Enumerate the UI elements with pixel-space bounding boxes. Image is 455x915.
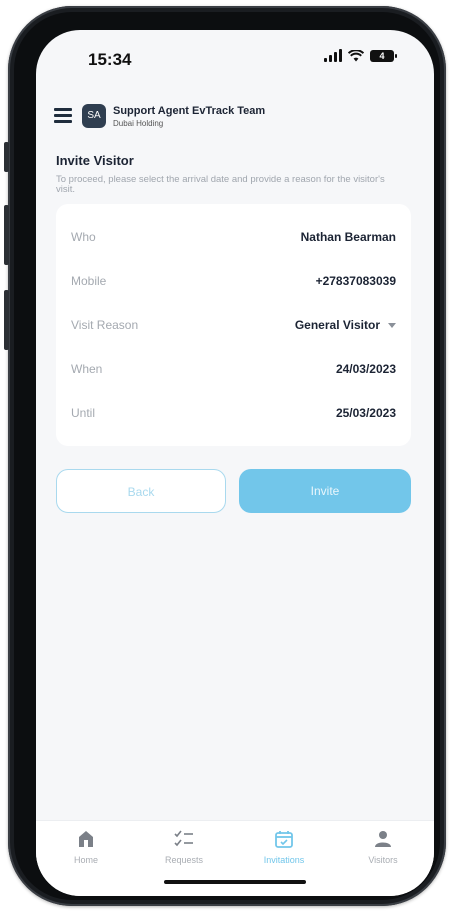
- side-button-volume-up: [4, 205, 9, 265]
- until-label: Until: [71, 406, 96, 420]
- when-date-value[interactable]: 24/03/2023: [336, 362, 396, 376]
- visit-reason-value: General Visitor: [294, 318, 380, 332]
- side-button-volume-down: [4, 290, 9, 350]
- person-icon: [375, 831, 391, 847]
- org-name: Support Agent EvTrack Team: [113, 105, 266, 117]
- nav-label-requests: Requests: [164, 855, 204, 865]
- nav-item-requests[interactable]: Requests: [144, 829, 224, 865]
- nav-label-home: Home: [73, 855, 98, 865]
- who-value: Nathan Bearman: [300, 230, 396, 244]
- avatar[interactable]: SA: [82, 104, 106, 128]
- back-button[interactable]: Back: [56, 469, 226, 513]
- page-description: To proceed, please select the arrival da…: [56, 174, 385, 195]
- nav-item-invitations[interactable]: Invitations: [244, 829, 324, 865]
- visit-reason-label: Visit Reason: [71, 318, 139, 332]
- status-time: 15:34: [88, 50, 132, 69]
- app-screen: 15:34 4 SA Support Agent EvTrack Team Du…: [36, 30, 434, 896]
- until-date-value[interactable]: 25/03/2023: [336, 406, 396, 420]
- nav-item-home[interactable]: Home: [46, 829, 126, 865]
- nav-label-visitors: Visitors: [368, 855, 398, 865]
- org-subtitle: Dubai Holding: [113, 119, 164, 128]
- mobile-value: +27837083039: [315, 274, 396, 288]
- nav-item-visitors[interactable]: Visitors: [343, 829, 423, 865]
- chevron-down-icon: [388, 323, 396, 329]
- status-icons: 4: [324, 49, 397, 62]
- invite-button[interactable]: Invite: [239, 469, 411, 513]
- who-label: Who: [71, 230, 96, 244]
- menu-icon[interactable]: [54, 108, 72, 124]
- bottom-nav: Home Requests Invitations Visitors: [36, 820, 434, 896]
- home-indicator: [164, 880, 306, 884]
- wifi-icon: [348, 49, 364, 61]
- when-row[interactable]: When 24/03/2023: [56, 362, 411, 382]
- page-title: Invite Visitor: [56, 153, 134, 168]
- battery-icon: 4: [370, 49, 397, 62]
- side-button-mute: [4, 142, 9, 172]
- when-label: When: [71, 362, 103, 376]
- nav-label-invitations: Invitations: [263, 855, 305, 865]
- visit-reason-select[interactable]: General Visitor: [295, 318, 396, 332]
- mobile-label: Mobile: [71, 274, 107, 288]
- visitor-details-card: Who Nathan Bearman Mobile +27837083039 V…: [56, 204, 411, 446]
- checklist-icon: [174, 830, 193, 847]
- signal-icon: [324, 49, 342, 62]
- home-icon: [79, 831, 93, 847]
- mobile-row: Mobile +27837083039: [56, 274, 411, 294]
- calendar-check-icon: [275, 831, 293, 848]
- until-row[interactable]: Until 25/03/2023: [56, 406, 411, 426]
- who-row: Who Nathan Bearman: [56, 230, 411, 250]
- visit-reason-row[interactable]: Visit Reason General Visitor: [56, 318, 411, 338]
